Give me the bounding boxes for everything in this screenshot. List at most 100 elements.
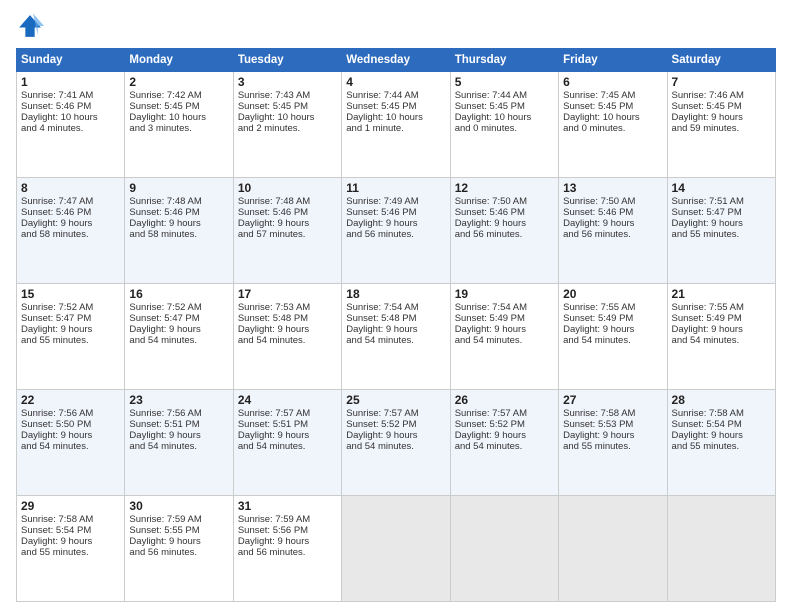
day-info-line: and 55 minutes.: [21, 335, 120, 346]
day-info-line: Sunrise: 7:55 AM: [563, 302, 662, 313]
day-info-line: Sunset: 5:45 PM: [672, 101, 771, 112]
day-info-line: Daylight: 9 hours: [672, 430, 771, 441]
day-number: 17: [238, 287, 337, 301]
day-info-line: and 56 minutes.: [455, 229, 554, 240]
calendar-cell: 4Sunrise: 7:44 AMSunset: 5:45 PMDaylight…: [342, 72, 450, 178]
day-info-line: Sunset: 5:56 PM: [238, 525, 337, 536]
calendar-cell: 23Sunrise: 7:56 AMSunset: 5:51 PMDayligh…: [125, 390, 233, 496]
day-header-tuesday: Tuesday: [233, 49, 341, 72]
day-header-saturday: Saturday: [667, 49, 775, 72]
calendar-cell: 29Sunrise: 7:58 AMSunset: 5:54 PMDayligh…: [17, 496, 125, 602]
day-info-line: Sunrise: 7:57 AM: [346, 408, 445, 419]
day-info-line: Sunset: 5:52 PM: [346, 419, 445, 430]
day-info-line: Sunrise: 7:49 AM: [346, 196, 445, 207]
day-info-line: Sunrise: 7:50 AM: [563, 196, 662, 207]
day-info-line: and 54 minutes.: [346, 335, 445, 346]
day-info-line: Daylight: 10 hours: [238, 112, 337, 123]
day-info-line: and 56 minutes.: [129, 547, 228, 558]
day-info-line: and 56 minutes.: [346, 229, 445, 240]
day-number: 1: [21, 75, 120, 89]
calendar-header-row: SundayMondayTuesdayWednesdayThursdayFrid…: [17, 49, 776, 72]
calendar-cell: 2Sunrise: 7:42 AMSunset: 5:45 PMDaylight…: [125, 72, 233, 178]
day-number: 18: [346, 287, 445, 301]
day-info-line: and 54 minutes.: [346, 441, 445, 452]
day-info-line: Daylight: 9 hours: [238, 218, 337, 229]
day-info-line: and 59 minutes.: [672, 123, 771, 134]
day-info-line: Sunset: 5:47 PM: [672, 207, 771, 218]
day-number: 2: [129, 75, 228, 89]
calendar-cell: [667, 496, 775, 602]
day-info-line: Daylight: 9 hours: [346, 324, 445, 335]
day-info-line: Daylight: 9 hours: [21, 536, 120, 547]
day-info-line: and 54 minutes.: [672, 335, 771, 346]
day-info-line: Sunset: 5:46 PM: [455, 207, 554, 218]
day-info-line: Sunset: 5:47 PM: [129, 313, 228, 324]
day-number: 11: [346, 181, 445, 195]
day-number: 28: [672, 393, 771, 407]
calendar-cell: 9Sunrise: 7:48 AMSunset: 5:46 PMDaylight…: [125, 178, 233, 284]
day-info-line: Sunrise: 7:57 AM: [238, 408, 337, 419]
day-info-line: and 54 minutes.: [129, 441, 228, 452]
day-info-line: and 54 minutes.: [21, 441, 120, 452]
day-info-line: Sunset: 5:49 PM: [563, 313, 662, 324]
day-info-line: and 0 minutes.: [455, 123, 554, 134]
day-info-line: Sunset: 5:50 PM: [21, 419, 120, 430]
day-info-line: Sunset: 5:46 PM: [21, 101, 120, 112]
day-header-wednesday: Wednesday: [342, 49, 450, 72]
day-info-line: Sunrise: 7:51 AM: [672, 196, 771, 207]
calendar-week-5: 29Sunrise: 7:58 AMSunset: 5:54 PMDayligh…: [17, 496, 776, 602]
day-number: 31: [238, 499, 337, 513]
day-info-line: Daylight: 9 hours: [21, 218, 120, 229]
day-number: 23: [129, 393, 228, 407]
day-number: 15: [21, 287, 120, 301]
day-info-line: Sunrise: 7:43 AM: [238, 90, 337, 101]
day-header-monday: Monday: [125, 49, 233, 72]
calendar-cell: 27Sunrise: 7:58 AMSunset: 5:53 PMDayligh…: [559, 390, 667, 496]
calendar-cell: 7Sunrise: 7:46 AMSunset: 5:45 PMDaylight…: [667, 72, 775, 178]
day-number: 5: [455, 75, 554, 89]
day-info-line: Sunrise: 7:48 AM: [238, 196, 337, 207]
day-info-line: Sunset: 5:45 PM: [346, 101, 445, 112]
day-info-line: and 2 minutes.: [238, 123, 337, 134]
day-info-line: Sunset: 5:49 PM: [672, 313, 771, 324]
day-info-line: Sunset: 5:49 PM: [455, 313, 554, 324]
day-info-line: Daylight: 9 hours: [129, 430, 228, 441]
day-info-line: Daylight: 9 hours: [129, 536, 228, 547]
day-info-line: and 54 minutes.: [238, 335, 337, 346]
day-info-line: Sunrise: 7:41 AM: [21, 90, 120, 101]
day-info-line: Daylight: 9 hours: [238, 324, 337, 335]
calendar-cell: 3Sunrise: 7:43 AMSunset: 5:45 PMDaylight…: [233, 72, 341, 178]
calendar-week-2: 8Sunrise: 7:47 AMSunset: 5:46 PMDaylight…: [17, 178, 776, 284]
day-info-line: Daylight: 9 hours: [21, 324, 120, 335]
day-info-line: and 54 minutes.: [563, 335, 662, 346]
day-info-line: and 54 minutes.: [455, 441, 554, 452]
day-info-line: Sunrise: 7:54 AM: [455, 302, 554, 313]
day-info-line: and 55 minutes.: [563, 441, 662, 452]
day-info-line: Sunset: 5:54 PM: [672, 419, 771, 430]
day-info-line: Sunrise: 7:42 AM: [129, 90, 228, 101]
day-info-line: Sunrise: 7:52 AM: [21, 302, 120, 313]
day-number: 29: [21, 499, 120, 513]
day-number: 16: [129, 287, 228, 301]
day-info-line: Daylight: 9 hours: [563, 430, 662, 441]
day-info-line: and 57 minutes.: [238, 229, 337, 240]
day-info-line: and 1 minute.: [346, 123, 445, 134]
day-info-line: Sunset: 5:46 PM: [129, 207, 228, 218]
day-info-line: Daylight: 10 hours: [563, 112, 662, 123]
day-info-line: Daylight: 9 hours: [563, 324, 662, 335]
calendar-cell: 10Sunrise: 7:48 AMSunset: 5:46 PMDayligh…: [233, 178, 341, 284]
calendar-cell: 17Sunrise: 7:53 AMSunset: 5:48 PMDayligh…: [233, 284, 341, 390]
day-info-line: Daylight: 10 hours: [346, 112, 445, 123]
day-info-line: Sunrise: 7:58 AM: [563, 408, 662, 419]
day-info-line: Sunrise: 7:57 AM: [455, 408, 554, 419]
day-info-line: Daylight: 9 hours: [129, 324, 228, 335]
day-number: 27: [563, 393, 662, 407]
calendar-cell: 5Sunrise: 7:44 AMSunset: 5:45 PMDaylight…: [450, 72, 558, 178]
day-info-line: Sunrise: 7:52 AM: [129, 302, 228, 313]
day-number: 9: [129, 181, 228, 195]
calendar-cell: 20Sunrise: 7:55 AMSunset: 5:49 PMDayligh…: [559, 284, 667, 390]
calendar-cell: 26Sunrise: 7:57 AMSunset: 5:52 PMDayligh…: [450, 390, 558, 496]
day-info-line: Sunrise: 7:58 AM: [21, 514, 120, 525]
day-info-line: and 56 minutes.: [238, 547, 337, 558]
calendar-cell: 15Sunrise: 7:52 AMSunset: 5:47 PMDayligh…: [17, 284, 125, 390]
